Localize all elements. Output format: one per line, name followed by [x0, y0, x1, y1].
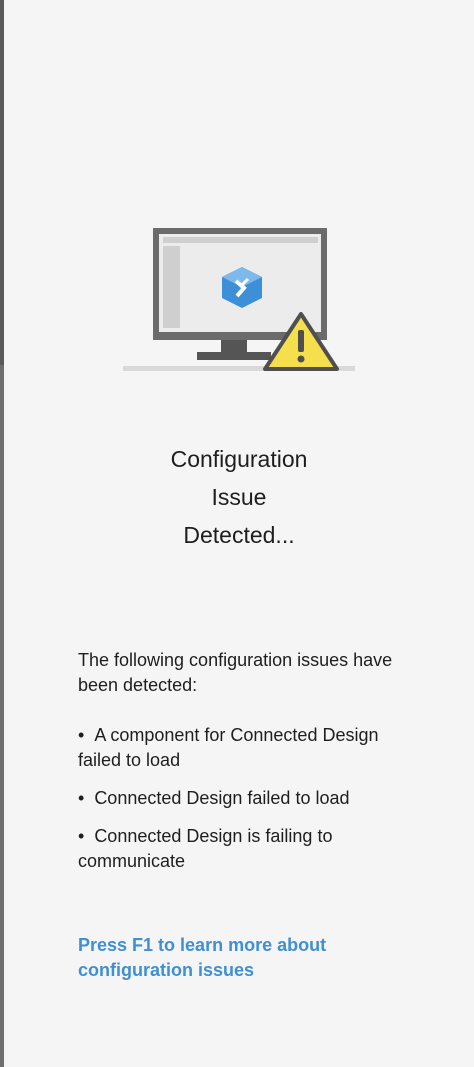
- dialog-title: Configuration Issue Detected...: [4, 440, 474, 554]
- issue-text: Connected Design is failing to communica…: [78, 826, 333, 871]
- issue-text: A component for Connected Design failed …: [78, 725, 379, 770]
- help-link[interactable]: Press F1 to learn more about configurati…: [78, 933, 408, 983]
- dialog-title-line-2: Issue: [211, 484, 267, 510]
- list-item: • Connected Design failed to load: [78, 786, 423, 811]
- dialog-title-line-3: Detected...: [183, 522, 295, 548]
- bullet-icon: •: [78, 788, 85, 808]
- configuration-issue-illustration: [123, 226, 363, 376]
- monitor-icon: [123, 228, 355, 371]
- issue-list: • A component for Connected Design failed…: [78, 723, 423, 887]
- issue-text: Connected Design failed to load: [94, 788, 350, 808]
- intro-text: The following configuration issues have …: [78, 650, 393, 695]
- dialog-title-line-1: Configuration: [170, 446, 308, 472]
- list-item: • A component for Connected Design failed…: [78, 723, 423, 773]
- bullet-icon: •: [78, 826, 85, 846]
- configuration-issue-panel: Configuration Issue Detected... The foll…: [4, 0, 474, 1067]
- bullet-icon: •: [78, 725, 85, 745]
- list-item: • Connected Design is failing to communic…: [78, 824, 423, 874]
